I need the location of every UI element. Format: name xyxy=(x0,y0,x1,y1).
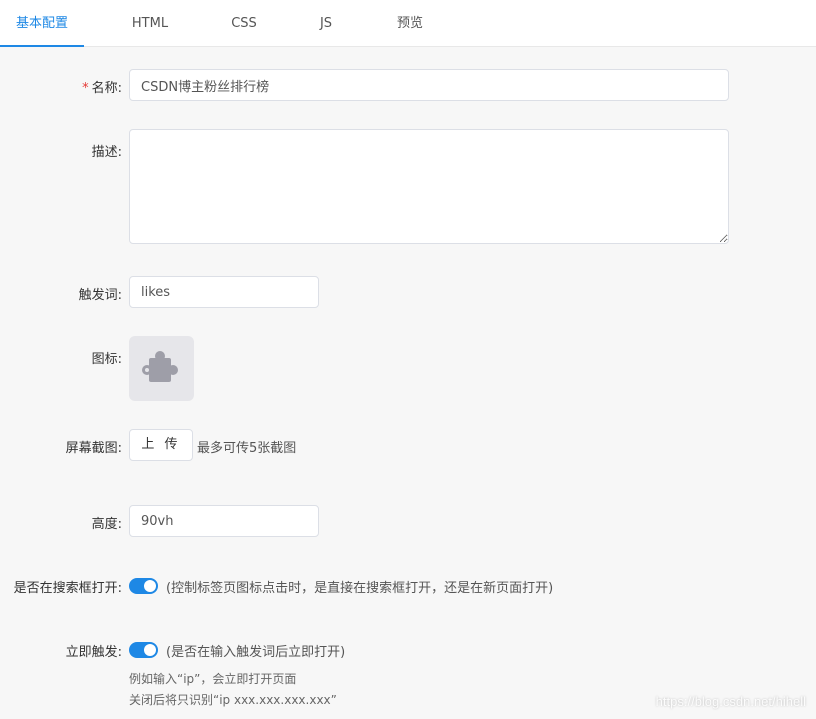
name-input[interactable] xyxy=(129,69,729,101)
instant-trigger-toggle[interactable] xyxy=(129,642,158,658)
upload-button[interactable]: 上 传 xyxy=(129,429,193,461)
open-in-search-label: 是否在搜索框打开: xyxy=(13,581,122,596)
upload-hint: 最多可传5张截图 xyxy=(197,441,297,456)
open-in-search-hint: (控制标签页图标点击时，是直接在搜索框打开，还是在新页面打开) xyxy=(166,581,554,596)
instant-trigger-note-2: 关闭后将只识别“ip xxx.xxx.xxx.xxx” xyxy=(129,693,337,707)
toggle-knob xyxy=(144,644,156,656)
tab-js[interactable]: JS xyxy=(298,0,354,47)
watermark: https://blog.csdn.net/hihell xyxy=(655,694,806,709)
tab-basic-config[interactable]: 基本配置 xyxy=(0,0,84,47)
toggle-knob xyxy=(144,580,156,592)
description-label: 描述: xyxy=(91,145,122,160)
screenshots-label: 屏幕截图: xyxy=(65,441,122,456)
name-label: * 名称: xyxy=(82,77,122,96)
tab-css[interactable]: CSS xyxy=(210,0,278,47)
active-tab-indicator xyxy=(0,45,84,47)
open-in-search-toggle[interactable] xyxy=(129,578,158,594)
tab-preview[interactable]: 预览 xyxy=(374,0,446,47)
name-label-text: 名称: xyxy=(91,81,122,96)
description-textarea[interactable] xyxy=(129,129,729,244)
trigger-input[interactable] xyxy=(129,276,319,308)
instant-trigger-label: 立即触发: xyxy=(65,645,122,660)
instant-trigger-note-1: 例如输入“ip”，会立即打开页面 xyxy=(129,672,297,686)
height-input[interactable] xyxy=(129,505,319,537)
tab-bar: 基本配置 HTML CSS JS 预览 xyxy=(0,0,816,47)
required-mark: * xyxy=(82,81,89,96)
instant-trigger-hint: (是否在输入触发词后立即打开) xyxy=(166,645,346,660)
icon-picker[interactable] xyxy=(129,336,194,401)
tab-html[interactable]: HTML xyxy=(110,0,190,47)
height-label: 高度: xyxy=(91,517,122,532)
puzzle-piece-icon xyxy=(142,351,178,382)
icon-label: 图标: xyxy=(91,352,122,367)
trigger-label: 触发词: xyxy=(78,288,122,303)
